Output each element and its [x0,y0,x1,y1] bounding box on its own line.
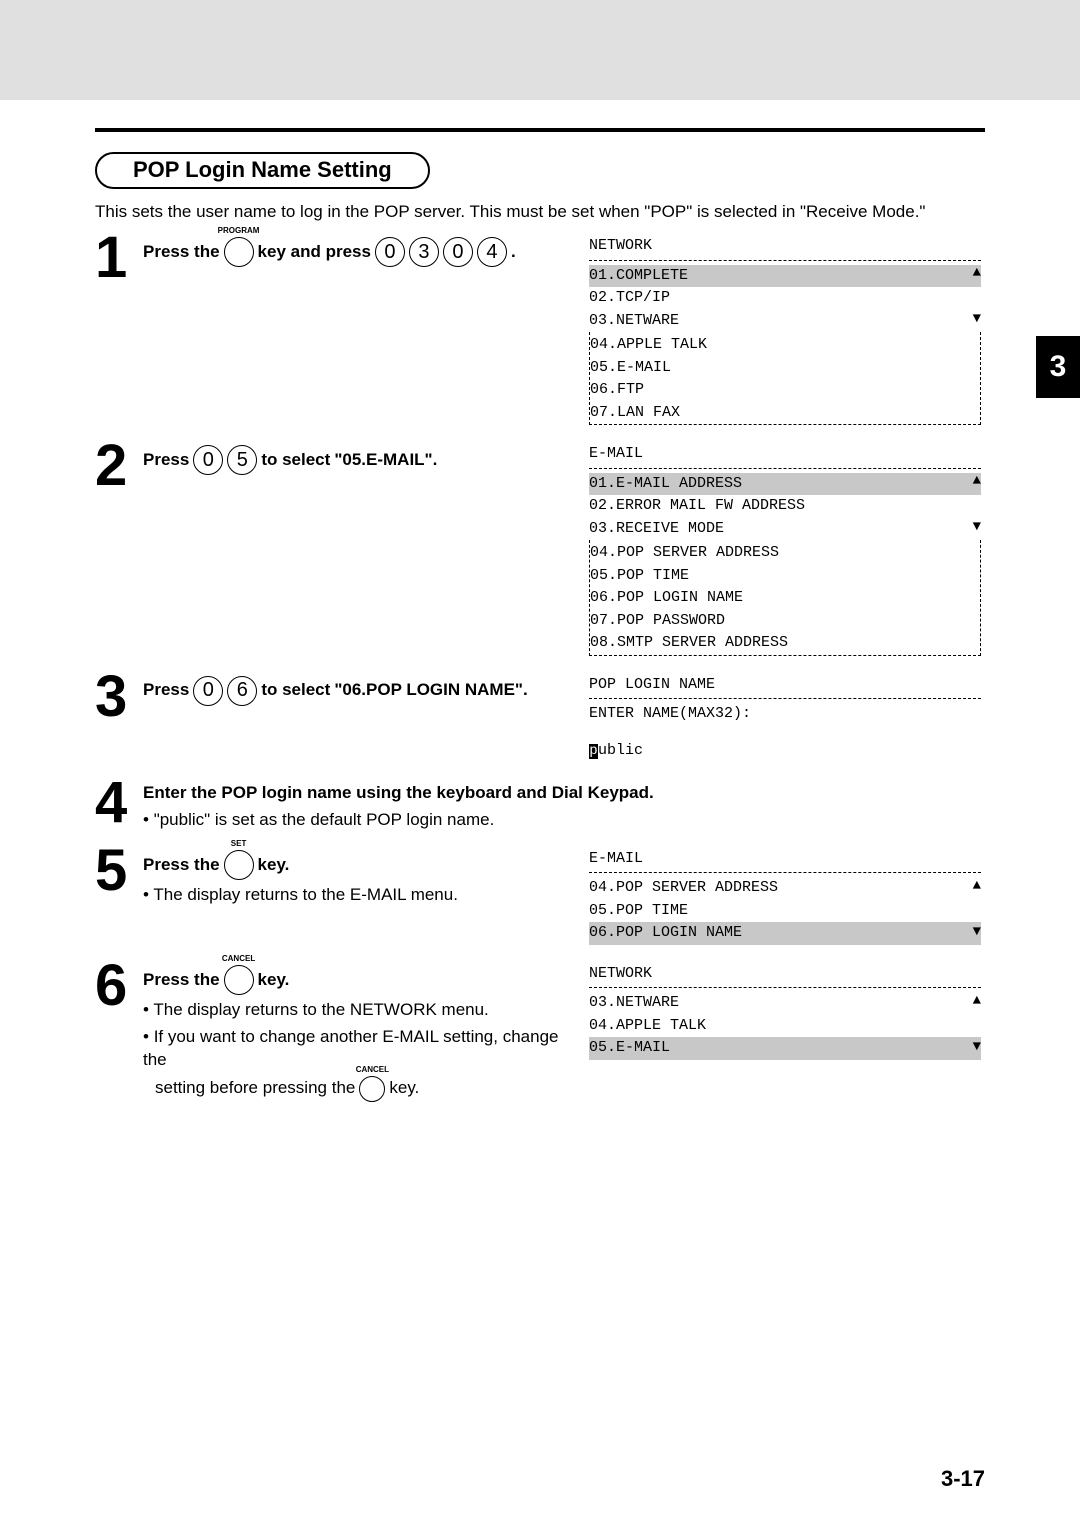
text: "05.E-MAIL". [334,449,437,472]
text: key. [258,854,290,877]
step-5: 5 Press the SET key. • The display retur… [95,846,985,947]
step-number: 3 [95,672,137,721]
step-number: 6 [95,961,137,1010]
lcd-screen: POP LOGIN NAME ENTER NAME(MAX32): public [585,672,985,765]
lcd-screen: E-MAIL 04.POP SERVER ADDRESS ▲ 05.POP TI… [585,846,985,947]
digit-key: 0 [375,237,405,267]
rule-top [95,128,985,132]
text: setting before pressing the [155,1077,355,1100]
text: Press the [143,241,220,264]
step-number: 4 [95,778,137,827]
digit-key: 0 [193,445,223,475]
step-4: 4 Enter the POP login name using the key… [95,778,985,832]
step-1: 1 Press the PROGRAM key and press 0 3 0 … [95,233,985,427]
step-number: 5 [95,846,137,895]
text: Press the [143,854,220,877]
digit-key: 6 [227,676,257,706]
page-number: 3-17 [941,1466,985,1492]
step-3: 3 Press 0 6 to select "06.POP LOGIN NAME… [95,672,985,765]
text: key and press [258,241,371,264]
program-key-icon: PROGRAM [224,237,254,267]
digit-key: 0 [443,237,473,267]
lcd-screen: E-MAIL 01.E-MAIL ADDRESS ▲ 02.ERROR MAIL… [585,441,985,658]
text: Press the [143,969,220,992]
section-title-pill: POP Login Name Setting [95,152,430,189]
header-bar [0,0,1080,100]
step-number: 1 [95,233,137,282]
step-number: 2 [95,441,137,490]
bullet-text: • The display returns to the E-MAIL menu… [143,884,579,907]
step-6: 6 Press the CANCEL key. • The display re… [95,961,985,1102]
digit-key: 5 [227,445,257,475]
text: Enter the POP login name using the keybo… [143,782,654,805]
digit-key: 4 [477,237,507,267]
digit-key: 0 [193,676,223,706]
text: key. [389,1077,419,1100]
text: to select [261,449,330,472]
bullet-text: • "public" is set as the default POP log… [143,809,985,832]
text: . [511,241,516,264]
digit-key: 3 [409,237,439,267]
cancel-key-icon: CANCEL [224,965,254,995]
text: Press [143,449,189,472]
cancel-key-icon: CANCEL [359,1076,385,1102]
text: key. [258,969,290,992]
set-key-icon: SET [224,850,254,880]
text: to select [261,679,330,702]
step-2: 2 Press 0 5 to select "05.E-MAIL". E-MAI… [95,441,985,658]
lcd-screen: NETWORK 01.COMPLETE ▲ 02.TCP/IP 03.NETWA… [585,233,985,427]
text: "06.POP LOGIN NAME". [334,679,527,702]
bullet-text: • The display returns to the NETWORK men… [143,999,579,1022]
lcd-screen: NETWORK 03.NETWARE ▲ 04.APPLE TALK 05.E-… [585,961,985,1062]
cursor: p [589,744,598,759]
intro-text: This sets the user name to log in the PO… [95,201,985,223]
text: Press [143,679,189,702]
